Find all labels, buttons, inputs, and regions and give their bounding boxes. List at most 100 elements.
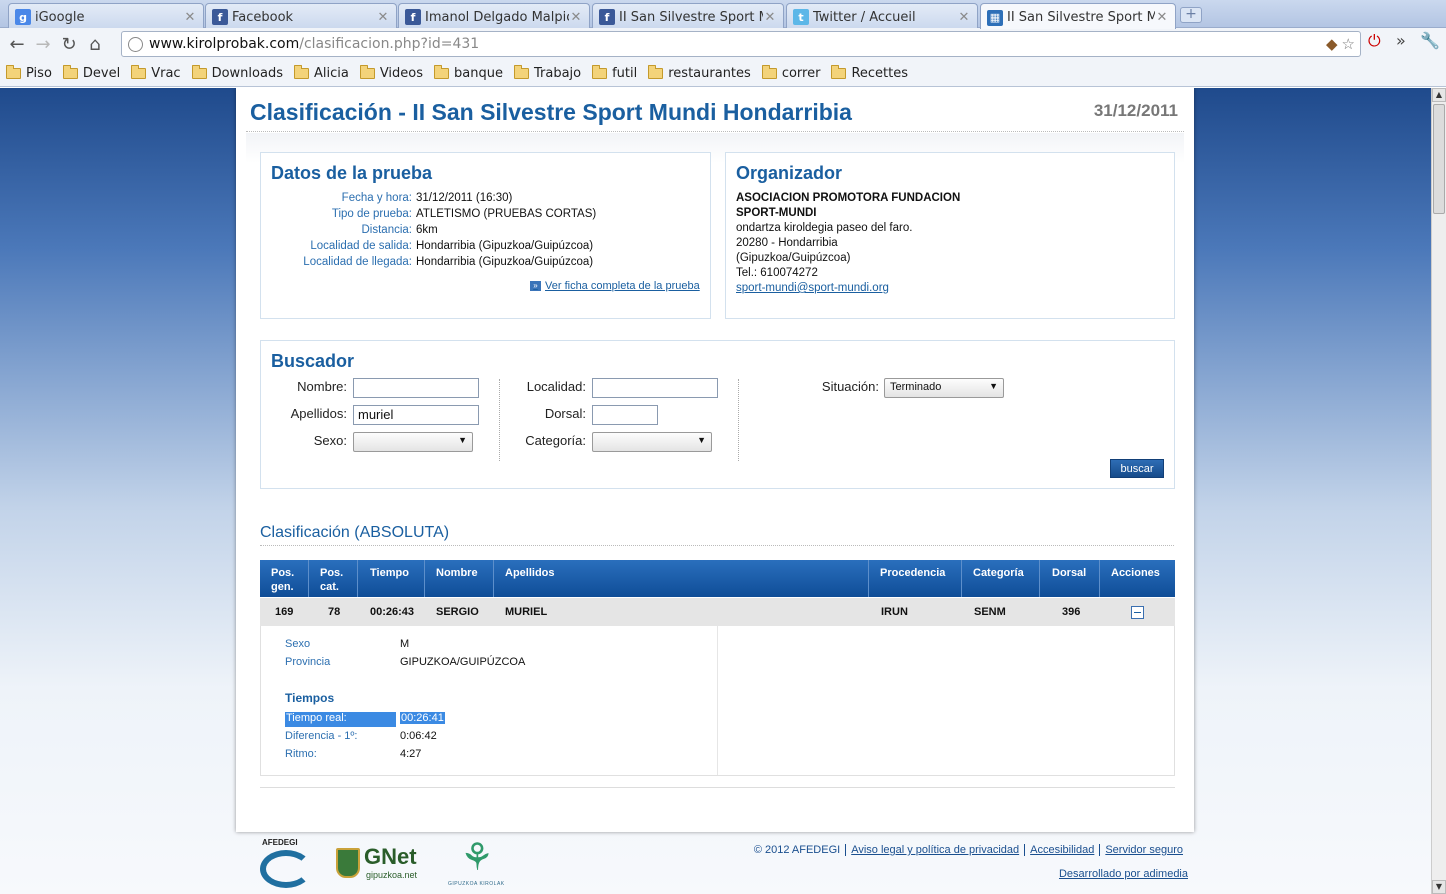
col-header-apellidos[interactable]: Apellidos xyxy=(494,560,869,597)
back-button[interactable]: ← xyxy=(4,31,30,57)
org-address: (Gipuzkoa/Guipúzcoa) xyxy=(736,252,851,264)
apellidos-input[interactable]: muriel xyxy=(353,405,479,425)
bookmark-label: Trabajo xyxy=(533,65,582,81)
address-bar[interactable]: www.kirolprobak.com/clasificacion.php?id… xyxy=(121,31,1361,57)
bookmark-folder[interactable]: Piso xyxy=(6,64,52,81)
cell-apellidos: MURIEL xyxy=(505,606,548,618)
home-button[interactable]: ⌂ xyxy=(82,31,108,57)
col-header-pos-cat[interactable]: Pos. cat. xyxy=(309,560,358,597)
nombre-input[interactable] xyxy=(353,378,479,398)
bookmark-folder[interactable]: Vrac xyxy=(131,64,181,81)
copyright-text: © 2012 AFEDEGI xyxy=(753,844,841,856)
table-row[interactable]: 169 78 00:26:43 SERGIO MURIEL IRUN SENM … xyxy=(260,598,1175,626)
bookmark-folder[interactable]: Videos xyxy=(359,64,423,81)
bookmark-folder[interactable]: Trabajo xyxy=(513,64,582,81)
results-table-header: Pos. gen. Pos. cat. Tiempo Nombre Apelli… xyxy=(260,560,1175,597)
localidad-input[interactable] xyxy=(592,378,718,398)
bookmark-folder[interactable]: futil xyxy=(592,64,637,81)
close-icon[interactable]: ✕ xyxy=(1155,10,1169,25)
reload-button[interactable]: ↻ xyxy=(56,31,82,57)
datos-value: 6km xyxy=(416,224,438,236)
datos-value: Hondarribia (Gipuzkoa/Guipúzcoa) xyxy=(416,256,594,268)
afedegi-swirl-icon xyxy=(260,850,312,888)
detail-value: M xyxy=(400,638,410,650)
scroll-thumb[interactable] xyxy=(1433,104,1445,214)
col-header-procedencia[interactable]: Procedencia xyxy=(869,560,962,597)
new-tab-button[interactable]: + xyxy=(1180,7,1202,23)
org-email-link[interactable]: sport-mundi@sport-mundi.org xyxy=(736,282,889,294)
close-icon[interactable]: ✕ xyxy=(569,10,583,25)
folder-icon xyxy=(592,64,608,79)
tiempo-real-value: 00:26:41 xyxy=(400,712,445,724)
forward-button[interactable]: → xyxy=(30,31,56,57)
col-header-dorsal[interactable]: Dorsal xyxy=(1040,560,1100,597)
tab-imanol[interactable]: f Imanol Delgado Malpica ✕ xyxy=(398,3,590,28)
aviso-legal-link[interactable]: Aviso legal y política de privacidad xyxy=(851,844,1019,856)
organizador-title: Organizador xyxy=(736,163,843,183)
globe-icon xyxy=(128,36,143,52)
bookmark-star-icon[interactable]: ☆ xyxy=(1342,35,1355,53)
col-header-categoria[interactable]: Categoría xyxy=(962,560,1040,597)
bookmark-folder[interactable]: Recettes xyxy=(831,64,908,81)
close-icon[interactable]: ✕ xyxy=(376,10,390,25)
vertical-scrollbar[interactable]: ▲ ▼ xyxy=(1431,88,1446,894)
tab-twitter[interactable]: t Twitter / Accueil ✕ xyxy=(786,3,978,28)
datos-value: ATLETISMO (PRUEBAS CORTAS) xyxy=(416,208,597,220)
bookmark-folder[interactable]: Alicia xyxy=(293,64,349,81)
situacion-select[interactable]: Terminado ▼ xyxy=(884,378,1004,398)
servidor-seguro-link[interactable]: Servidor seguro xyxy=(1105,844,1183,856)
extension-icon[interactable]: ◆ xyxy=(1326,35,1338,53)
chevron-more-icon[interactable]: » xyxy=(1396,31,1406,50)
close-icon[interactable]: ✕ xyxy=(763,10,777,25)
apellidos-label: Apellidos: xyxy=(290,406,347,421)
google-icon: g xyxy=(15,9,31,25)
collapse-minus-icon[interactable] xyxy=(1131,605,1144,619)
col-header-tiempo[interactable]: Tiempo xyxy=(358,560,425,597)
bookmark-folder[interactable]: banque xyxy=(434,64,503,81)
tab-san-silvestre-active[interactable]: ▦ II San Silvestre Sport M ✕ xyxy=(980,3,1176,29)
adimedia-credit-link[interactable]: Desarrollado por adimedia xyxy=(1059,868,1188,880)
gnet-logo[interactable]: GNet gipuzkoa.net xyxy=(336,844,430,884)
dorsal-input[interactable] xyxy=(592,405,658,425)
tiempo-real-key: Tiempo real: xyxy=(285,712,396,727)
tab-label: Facebook xyxy=(232,9,294,25)
bookmark-folder[interactable]: restaurantes xyxy=(648,64,751,81)
situacion-value: Terminado xyxy=(890,381,942,393)
tab-facebook[interactable]: f Facebook ✕ xyxy=(205,3,397,28)
divider xyxy=(499,379,500,461)
afedegi-logo[interactable]: AFEDEGI xyxy=(258,836,314,890)
divider xyxy=(260,545,1174,546)
gipuzkoa-kirolak-logo[interactable]: ⚘ GIPUZKOA KIROLAK xyxy=(446,834,512,890)
bookmark-label: Recettes xyxy=(851,65,908,81)
sexo-select[interactable]: ▼ xyxy=(353,432,473,452)
adblock-icon[interactable]: ⏻ xyxy=(1368,31,1381,51)
twitter-icon: t xyxy=(793,9,809,25)
close-icon[interactable]: ✕ xyxy=(957,10,971,25)
bookmark-folder[interactable]: correr xyxy=(761,64,820,81)
dropdown-arrow-icon: ▼ xyxy=(697,435,706,445)
bookmark-folder[interactable]: Devel xyxy=(62,64,121,81)
dropdown-arrow-icon: ▼ xyxy=(458,435,467,445)
divider xyxy=(246,131,1184,132)
scroll-down-arrow-icon[interactable]: ▼ xyxy=(1432,880,1446,894)
tab-igoogle[interactable]: g iGoogle ✕ xyxy=(8,3,204,28)
accesibilidad-link[interactable]: Accesibilidad xyxy=(1030,844,1094,856)
organizador-info: ASOCIACION PROMOTORA FUNDACION SPORT-MUN… xyxy=(736,191,960,296)
ver-ficha-link[interactable]: » Ver ficha completa de la prueba xyxy=(530,280,700,292)
close-icon[interactable]: ✕ xyxy=(183,10,197,25)
categoria-select[interactable]: ▼ xyxy=(592,432,712,452)
divider xyxy=(738,379,739,461)
bookmark-folder[interactable]: Downloads xyxy=(191,64,283,81)
bookmark-label: Devel xyxy=(82,65,121,81)
wrench-icon[interactable]: 🔧 xyxy=(1420,31,1440,50)
gnet-subtext: gipuzkoa.net xyxy=(366,870,418,880)
col-header-nombre[interactable]: Nombre xyxy=(425,560,494,597)
folder-icon xyxy=(62,64,78,79)
col-header-pos-gen[interactable]: Pos. gen. xyxy=(260,560,309,597)
cell-pos-cat: 78 xyxy=(328,606,341,618)
folder-icon xyxy=(6,64,21,79)
cell-tiempo: 00:26:43 xyxy=(370,606,415,618)
buscar-button[interactable]: buscar xyxy=(1110,459,1164,478)
scroll-up-arrow-icon[interactable]: ▲ xyxy=(1432,88,1446,102)
tab-san-silvestre-fb[interactable]: f II San Silvestre Sport M ✕ xyxy=(592,3,784,28)
